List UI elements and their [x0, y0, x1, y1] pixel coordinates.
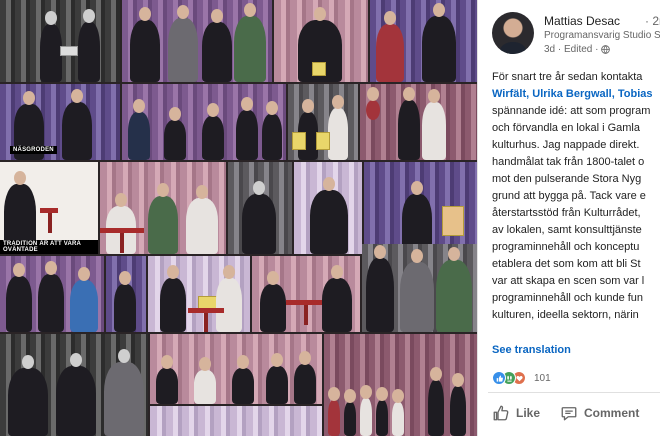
mention-link[interactable]: Ulrika Bergwall [532, 88, 611, 100]
mention-line: Wirfält, Ulrika Bergwall, Tobias [492, 86, 660, 103]
reactions-summary[interactable]: 101 [492, 371, 551, 385]
post-text-line: För snart tre år sedan kontakta [492, 71, 643, 83]
post-text-line: etablera det som kom att bli St [492, 258, 641, 270]
thumbs-up-icon [493, 405, 509, 421]
collage-photo[interactable] [150, 334, 322, 404]
see-translation-link[interactable]: See translation [492, 344, 571, 356]
collage-photo[interactable] [288, 84, 358, 160]
post-text-line: var att skapa en scen som var l [492, 275, 645, 287]
post-text-line: av lokalen, samt konsulttjänste [492, 224, 642, 236]
collage-photo[interactable] [0, 334, 148, 436]
mention-link[interactable]: Wirfält [492, 88, 526, 100]
post-timestamp: 3d · Edited · [544, 44, 599, 55]
collage-photo[interactable] [106, 256, 146, 332]
collage-photo[interactable] [228, 162, 292, 254]
collage-photo[interactable] [150, 406, 322, 436]
comment-icon [561, 407, 577, 421]
connection-degree: · 2nd [645, 14, 660, 28]
reaction-count[interactable]: 101 [534, 373, 551, 384]
collage-photo[interactable] [360, 84, 477, 160]
post-text-line: mot den pulserande Stora Nyg [492, 173, 642, 185]
collage-photo[interactable] [0, 256, 104, 332]
collage-photo[interactable] [252, 256, 360, 332]
collage-caption: TRADITION ÄR ATT VARA OVÄNTADE [0, 240, 98, 254]
collage-caption: NÄSGRODEN [10, 146, 57, 154]
post-text-line: kulturen, ideella sektorn, närin [492, 309, 639, 321]
avatar[interactable] [492, 12, 534, 54]
collage-photo[interactable] [324, 334, 477, 436]
collage-photo[interactable] [362, 244, 477, 332]
photo-collage[interactable]: NÄSGRODEN TRADITION ÄR ATT VARA OVÄNTADE [0, 0, 477, 436]
like-button-label: Like [516, 406, 541, 420]
collage-photo[interactable] [148, 256, 250, 332]
screen: NÄSGRODEN TRADITION ÄR ATT VARA OVÄNTADE [0, 0, 660, 436]
post-text-line: kulturhus. Jag nappade direkt. [492, 139, 640, 151]
collage-photo[interactable] [274, 0, 368, 82]
author-headline: Programansvarig Studio S [544, 30, 660, 41]
like-button[interactable]: Like [492, 404, 540, 422]
collage-photo[interactable] [370, 0, 477, 82]
post-meta: 3d · Edited · [544, 44, 611, 55]
collage-photo[interactable] [0, 0, 120, 82]
post-text-line: grund att bygga på. Tack vare e [492, 190, 646, 202]
post-panel: Mattias Desac · 2nd Programansvarig Stud… [477, 0, 660, 436]
post-text-line: programinnehåll och kunde fun [492, 292, 644, 304]
post-actions: Like Comment [492, 404, 659, 422]
like-icon [492, 371, 506, 385]
post-text-line: handmålat tak från 1800-talet o [492, 156, 645, 168]
divider [488, 392, 660, 393]
mention-link[interactable]: Tobias [618, 88, 653, 100]
author-name[interactable]: Mattias Desac [544, 14, 620, 28]
post-text-line: programinnehåll och konceptu [492, 241, 640, 253]
collage-photo[interactable] [122, 84, 286, 160]
comment-button[interactable]: Comment [560, 404, 639, 422]
collage-photo[interactable] [100, 162, 226, 254]
comment-button-label: Comment [584, 406, 640, 420]
post-text-line: och förvandla en lokal i Gamla [492, 122, 640, 134]
post-text-line: återstartsstöd från Kulturrådet, [492, 207, 641, 219]
collage-photo[interactable] [122, 0, 272, 82]
globe-icon [601, 45, 611, 54]
collage-photo[interactable] [294, 162, 362, 254]
collage-photo[interactable]: TRADITION ÄR ATT VARA OVÄNTADE [0, 162, 98, 254]
collage-photo[interactable] [364, 162, 477, 254]
post-text-line: spännande idé: att som program [492, 105, 651, 117]
post-body: För snart tre år sedan kontakta Wirfält,… [492, 69, 660, 324]
collage-photo[interactable]: NÄSGRODEN [0, 84, 120, 160]
